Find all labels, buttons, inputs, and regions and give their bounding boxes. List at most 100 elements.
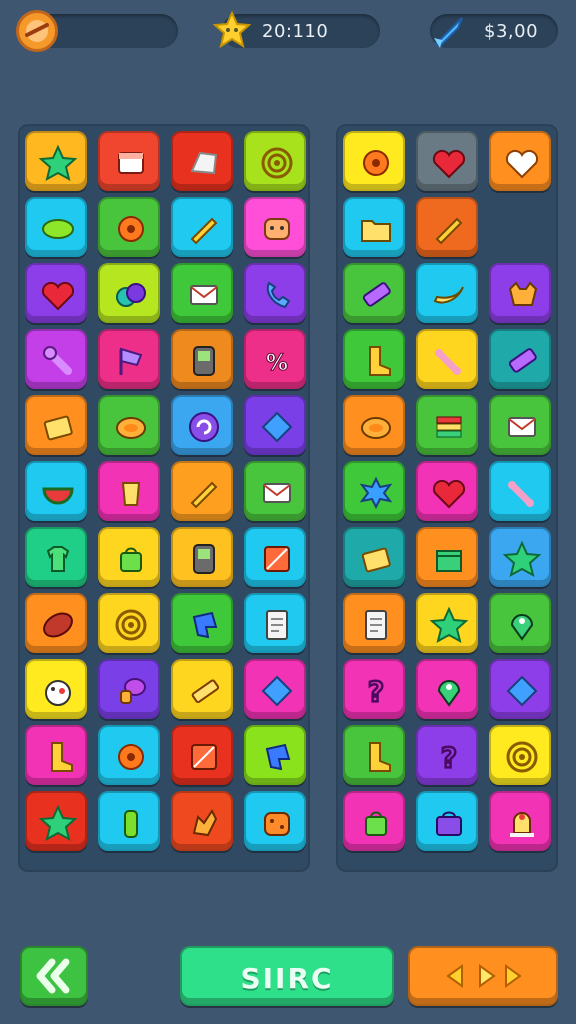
tile-left-r8-c4[interactable] [244,593,306,653]
start-button[interactable]: SIIRC [180,946,394,1006]
tile-left-r4-c3[interactable] [171,329,233,389]
tile-right-r5-c1[interactable] [343,395,405,455]
tile-right-r8-c2[interactable] [416,593,478,653]
tile-left-r2-c1[interactable] [25,197,87,257]
tile-left-r4-c2[interactable] [98,329,160,389]
tile-left-r11-c2[interactable] [98,791,160,851]
tile-right-r2-c2[interactable] [416,197,478,257]
tile-right-r10-c3[interactable] [489,725,551,785]
tile-left-r5-c3[interactable] [171,395,233,455]
tile-left-r8-c3[interactable] [171,593,233,653]
tile-right-r5-c3[interactable] [489,395,551,455]
tile-left-r9-c4[interactable] [244,659,306,719]
cookie-icon [264,812,290,836]
tile-right-r7-c3[interactable] [489,527,551,587]
tile-right-r6-c1[interactable] [343,461,405,521]
tile-left-r7-c2[interactable] [98,527,160,587]
phone-box-icon [193,544,215,574]
tile-left-r11-c3[interactable] [171,791,233,851]
tile-left-r6-c2[interactable] [98,461,160,521]
phone-box-icon [193,346,215,376]
tile-right-r11-c3[interactable] [489,791,551,851]
tile-right-r4-c2[interactable] [416,329,478,389]
avatar-icon[interactable] [16,10,58,52]
arrows-button[interactable] [408,946,558,1006]
tile-left-r10-c3[interactable] [171,725,233,785]
tile-left-r3-c2[interactable] [98,263,160,323]
tile-left-r3-c4[interactable] [244,263,306,323]
tile-left-r5-c1[interactable] [25,395,87,455]
pin-icon [437,680,461,707]
tile-right-r11-c1[interactable] [343,791,405,851]
bird-icon [45,680,71,706]
spiral-icon [261,147,293,179]
eraser-icon [362,282,391,307]
tile-right-r3-c1[interactable] [343,263,405,323]
tile-left-r4-c4[interactable]: % [244,329,306,389]
tile-right-r6-c3[interactable] [489,461,551,521]
tile-left-r8-c1[interactable] [25,593,87,653]
tile-left-r10-c1[interactable] [25,725,87,785]
tile-right-r8-c3[interactable] [489,593,551,653]
tile-left-r9-c1[interactable] [25,659,87,719]
tile-right-r6-c2[interactable] [416,461,478,521]
tile-right-r7-c2[interactable] [416,527,478,587]
tile-left-r10-c2[interactable] [98,725,160,785]
back-button[interactable] [20,946,88,1006]
tile-left-r1-c4[interactable] [244,131,306,191]
tile-left-r6-c4[interactable] [244,461,306,521]
tile-left-r11-c1[interactable] [25,791,87,851]
tile-left-r5-c2[interactable] [98,395,160,455]
tile-left-r5-c4[interactable] [244,395,306,455]
cat-icon [508,281,538,306]
tile-right-r5-c2[interactable] [416,395,478,455]
tile-left-r8-c2[interactable] [98,593,160,653]
tile-right-r10-c1[interactable] [343,725,405,785]
tile-right-r9-c2[interactable] [416,659,478,719]
tile-left-r10-c4[interactable] [244,725,306,785]
tile-left-r3-c1[interactable] [25,263,87,323]
tile-right-r3-c2[interactable] [416,263,478,323]
pencil-icon [190,481,218,509]
tile-right-r1-c2[interactable] [416,131,478,191]
tile-left-r7-c1[interactable] [25,527,87,587]
tile-right-r11-c2[interactable] [416,791,478,851]
star-icon [38,144,78,181]
tile-left-r4-c1[interactable] [25,329,87,389]
tile-left-r9-c3[interactable] [171,659,233,719]
tile-left-r7-c4[interactable] [244,527,306,587]
note-icon [266,610,288,640]
bone-icon [435,349,461,375]
tile-right-r9-c3[interactable] [489,659,551,719]
tile-right-r3-c3[interactable] [489,263,551,323]
tile-left-r6-c1[interactable] [25,461,87,521]
tile-left-r1-c3[interactable] [171,131,233,191]
svg-text:%: % [266,351,288,376]
tile-left-r2-c2[interactable] [98,197,160,257]
tile-left-r9-c2[interactable] [98,659,160,719]
heart-white-icon [505,149,539,179]
tile-left-r2-c4[interactable] [244,197,306,257]
tile-left-r6-c3[interactable] [171,461,233,521]
tile-right-r9-c1[interactable]: ? [343,659,405,719]
bottle-icon [124,810,138,838]
diamond-icon [261,411,293,443]
tile-right-r8-c1[interactable] [343,593,405,653]
tile-left-r11-c4[interactable] [244,791,306,851]
wrench-icon [43,346,72,375]
tile-left-r1-c1[interactable] [25,131,87,191]
tile-right-r2-c1[interactable] [343,197,405,257]
tile-right-r1-c1[interactable] [343,131,405,191]
tile-left-r7-c3[interactable] [171,527,233,587]
heart-icon [432,479,466,509]
tile-right-r1-c3[interactable] [489,131,551,191]
tile-right-r10-c2[interactable]: ? [416,725,478,785]
tile-right-r7-c1[interactable] [343,527,405,587]
tile-right-r4-c1[interactable] [343,329,405,389]
tile-left-r3-c3[interactable] [171,263,233,323]
stack-icon [436,416,462,438]
tile-right-r4-c3[interactable] [489,329,551,389]
tile-left-r1-c2[interactable] [98,131,160,191]
card-icon [361,547,391,573]
tile-left-r2-c3[interactable] [171,197,233,257]
